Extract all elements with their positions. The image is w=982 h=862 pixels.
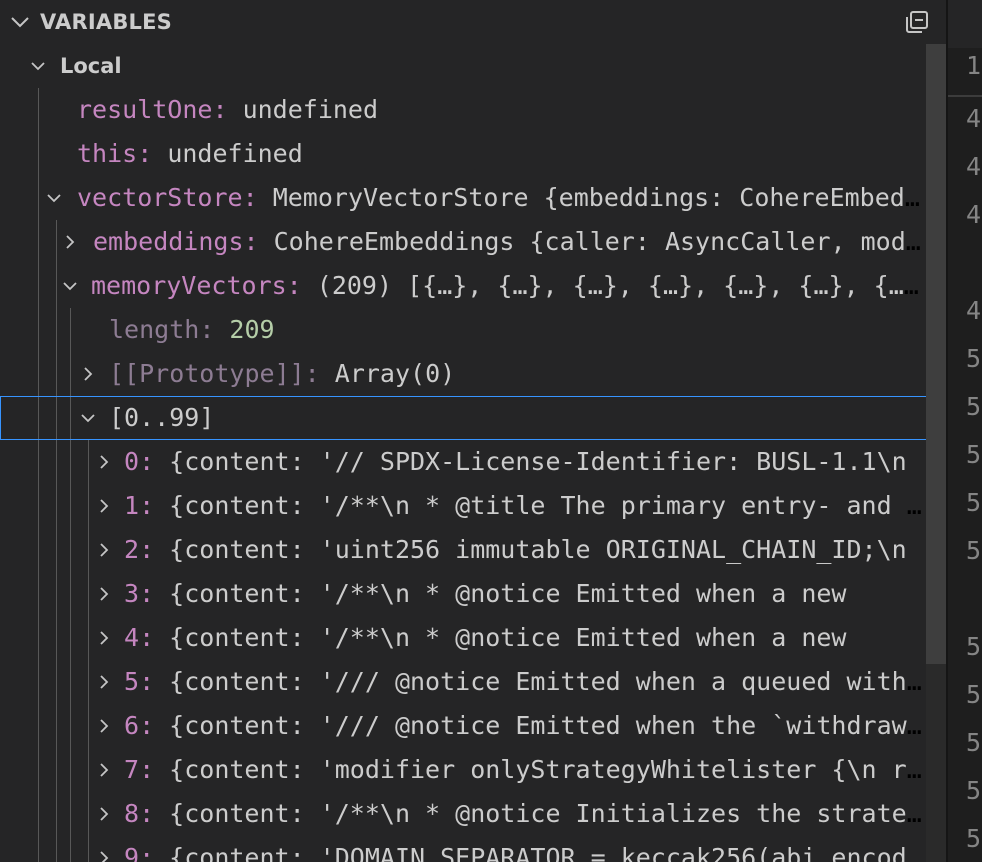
editor-gutter: 1 4 4 4 4 5 5 5 5 5 5 5 5 5 5 (946, 0, 982, 862)
line-number: 4 (966, 296, 982, 325)
array-item[interactable]: 4: {content: '/**\n * @notice Emitted wh… (0, 616, 926, 660)
array-item[interactable]: 3: {content: '/**\n * @notice Emitted wh… (0, 572, 926, 616)
array-item[interactable]: 9: {content: 'DOMAIN_SEPARATOR = keccak2… (0, 836, 926, 862)
array-item[interactable]: 5: {content: '/// @notice Emitted when a… (0, 660, 926, 704)
array-item[interactable]: 2: {content: 'uint256 immutable ORIGINAL… (0, 528, 926, 572)
variables-title: VARIABLES (40, 10, 172, 34)
chevron-down-icon[interactable] (45, 189, 63, 207)
line-number: 5 (966, 776, 982, 805)
chevron-down-icon[interactable] (79, 409, 97, 427)
array-item[interactable]: 1: {content: '/**\n * @title The primary… (0, 484, 926, 528)
variable-name: length (109, 315, 200, 344)
range-label: [0..99] (109, 403, 215, 432)
line-number: 4 (966, 200, 982, 229)
line-number: 5 (966, 632, 982, 661)
variables-header[interactable]: VARIABLES (0, 0, 946, 44)
variable-name: memoryVectors (91, 271, 287, 300)
line-number: 5 (966, 392, 982, 421)
chevron-right-icon[interactable] (79, 365, 97, 383)
variable-value: CohereEmbeddings {caller: AsyncCaller, m… (273, 227, 926, 256)
array-item[interactable]: 6: {content: '/// @notice Emitted when t… (0, 704, 926, 748)
line-number: 5 (966, 344, 982, 373)
variable-value: Array(0) (334, 359, 456, 388)
chevron-down-icon[interactable] (8, 10, 32, 34)
line-number: 1 (966, 51, 982, 80)
variable-length[interactable]: length: 209 (0, 308, 926, 352)
line-number: 5 (966, 488, 982, 517)
variable-name: [[Prototype]] (109, 359, 305, 388)
variable-prototype[interactable]: [[Prototype]]: Array(0) (0, 352, 926, 396)
variable-value: undefined (242, 95, 379, 124)
variable-value: undefined (167, 139, 303, 168)
line-number: 5 (966, 536, 982, 565)
chevron-right-icon[interactable] (95, 761, 113, 779)
chevron-right-icon[interactable] (95, 497, 113, 515)
scope-label: Local (60, 54, 122, 78)
line-number: 5 (966, 680, 982, 709)
chevron-right-icon[interactable] (95, 849, 113, 862)
scrollbar-thumb[interactable] (926, 44, 946, 664)
array-item[interactable]: 8: {content: '/**\n * @notice Initialize… (0, 792, 926, 836)
variable-memoryVectors[interactable]: memoryVectors: (209) [{…}, {…}, {…}, {…}… (0, 264, 926, 308)
array-item[interactable]: 0: {content: '// SPDX-License-Identifier… (0, 440, 926, 484)
variable-this[interactable]: this: undefined (0, 132, 926, 176)
chevron-right-icon[interactable] (95, 629, 113, 647)
variable-name: embeddings (93, 227, 244, 256)
scope-local[interactable]: Local (0, 44, 926, 88)
variable-value: 209 (229, 315, 275, 344)
variable-embeddings[interactable]: embeddings: CohereEmbeddings {caller: As… (0, 220, 926, 264)
variable-name: this (77, 139, 138, 168)
variable-name: vectorStore (77, 183, 243, 212)
chevron-right-icon[interactable] (95, 453, 113, 471)
editor-tab-strip[interactable] (948, 0, 982, 48)
line-number: 5 (966, 440, 982, 469)
line-number: 5 (966, 824, 982, 853)
chevron-right-icon[interactable] (95, 717, 113, 735)
variables-panel: VARIABLES Local resultOne: undefined thi… (0, 0, 946, 862)
collapse-all-icon[interactable] (904, 9, 930, 35)
chevron-down-icon[interactable] (61, 277, 79, 295)
variable-value: MemoryVectorStore {embeddings: CohereEmb… (272, 183, 926, 212)
line-number: 5 (966, 728, 982, 757)
chevron-right-icon[interactable] (95, 585, 113, 603)
variable-name: resultOne (77, 95, 213, 124)
range-group-0-99[interactable]: [0..99] (0, 396, 946, 440)
chevron-down-icon[interactable] (29, 57, 47, 75)
chevron-right-icon[interactable] (61, 233, 79, 251)
variable-resultOne[interactable]: resultOne: undefined (0, 88, 926, 132)
chevron-right-icon[interactable] (95, 541, 113, 559)
variable-value: (209) [{…}, {…}, {…}, {…}, {…}, {…}, {…}… (316, 271, 926, 300)
line-number: 4 (966, 104, 982, 133)
line-number: 4 (966, 152, 982, 181)
chevron-right-icon[interactable] (95, 805, 113, 823)
variable-vectorStore[interactable]: vectorStore: MemoryVectorStore {embeddin… (0, 176, 926, 220)
chevron-right-icon[interactable] (95, 673, 113, 691)
array-item[interactable]: 7: {content: 'modifier onlyStrategyWhite… (0, 748, 926, 792)
